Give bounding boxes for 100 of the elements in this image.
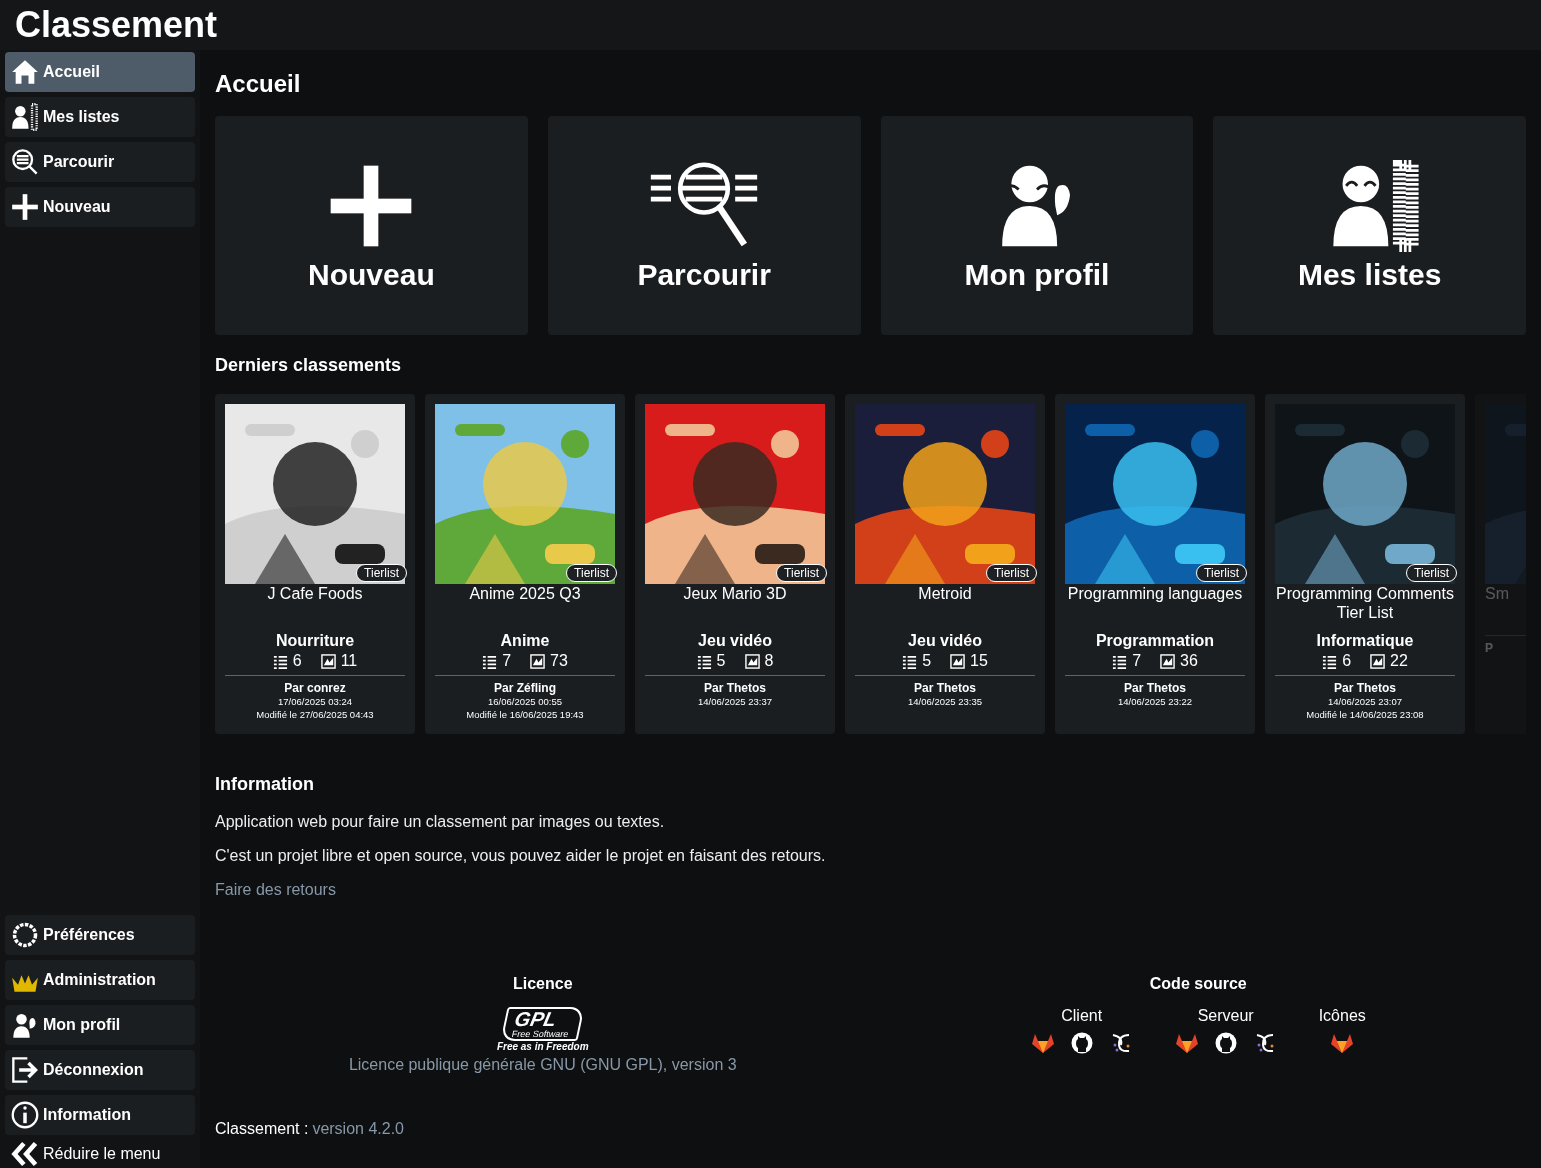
- exit-arrow-icon: [11, 1056, 39, 1084]
- source-label: Client: [1061, 1007, 1103, 1025]
- nav-item[interactable]: Mes listes: [5, 97, 195, 137]
- ranking-card[interactable]: Tierlist Metroid Jeu vidéo 5 15 Par Thetos 14/06/2025 23:35: [845, 394, 1045, 734]
- ranking-card[interactable]: Tierlist Programming Comments Tier List Informatique 6 22 Par Thetos 14/06/2025 23:07 Modifié le 14/06/2025 23:08: [1265, 394, 1465, 734]
- date-label: 16/06/2025 00:55: [488, 695, 562, 708]
- settings-icon: [11, 921, 39, 949]
- section-title: Derniers classements: [215, 355, 403, 376]
- type-badge: Tierlist: [356, 564, 407, 582]
- image-icon: [950, 653, 966, 669]
- author-label: Par Thetos: [1334, 681, 1396, 695]
- image-icon: [530, 653, 546, 669]
- card-title: Jeux Mario 3D: [683, 584, 787, 604]
- double-chevron-icon: [11, 1140, 39, 1168]
- date-label: 14/06/2025 23:35: [908, 695, 982, 708]
- ranking-card[interactable]: Tierlist Programming languages Programmation 7 36 Par Thetos 14/06/2025 23:22: [1055, 394, 1255, 734]
- item-count: 11: [340, 652, 358, 670]
- shortcut-tile[interactable]: Parcourir: [547, 116, 861, 335]
- item-count: 8: [764, 652, 774, 670]
- author-label: Par conrez: [284, 681, 346, 695]
- nav-item[interactable]: Mon profil: [5, 1005, 195, 1045]
- source-label: Icônes: [1318, 1007, 1366, 1025]
- image-icon: [1160, 653, 1176, 669]
- source-heading: Code source: [1149, 975, 1247, 993]
- item-count: 15: [970, 652, 988, 670]
- author-label: Par Zéfling: [494, 681, 556, 695]
- card-title: Metroid: [918, 584, 972, 604]
- person-list-icon: [11, 103, 39, 131]
- list-count: 5: [716, 652, 726, 670]
- category-label: Jeu vidéo: [908, 632, 982, 650]
- list-icon: [696, 653, 712, 669]
- image-icon: [1370, 653, 1386, 669]
- licence-heading: Licence: [512, 975, 573, 993]
- author-label: Par Thetos: [704, 681, 766, 695]
- item-count: 36: [1180, 652, 1198, 670]
- type-badge: Tierlist: [1196, 564, 1247, 582]
- ranking-card[interactable]: Tierlist J Cafe Foods Nourriture 6 11 Par conrez 17/06/2025 03:24 Modifié le 27/06/2025 04:43: [215, 394, 415, 734]
- nav-item[interactable]: Déconnexion: [5, 1050, 195, 1090]
- source-label: Serveur: [1197, 1007, 1254, 1025]
- item-count: 22: [1390, 652, 1408, 670]
- category-label: Jeu vidéo: [698, 632, 772, 650]
- date-label: 14/06/2025 23:07: [1328, 695, 1402, 708]
- nav-item[interactable]: Accueil: [5, 52, 195, 92]
- paragraph: C'est un projet libre et open source, vous pouvez aider le projet en faisant des retours.: [215, 847, 827, 865]
- nav-item[interactable]: Administration: [5, 960, 195, 1000]
- date-label: 14/06/2025 23:37: [698, 695, 772, 708]
- category-label: Informatique: [1316, 632, 1414, 650]
- plus-icon: [11, 193, 39, 221]
- list-count: 6: [1342, 652, 1352, 670]
- date-label: 14/06/2025 23:22: [1118, 695, 1192, 708]
- modified-label: Modifié le 27/06/2025 04:43: [256, 708, 374, 721]
- category-label: Programmation: [1095, 632, 1215, 650]
- magnifier-list-icon: [11, 148, 39, 176]
- shortcut-tile[interactable]: Mes listes: [1213, 116, 1526, 335]
- collapse-menu-button[interactable]: Réduire le menu: [5, 1140, 167, 1168]
- author-label: P: [1485, 641, 1493, 655]
- list-count: 5: [922, 652, 932, 670]
- section-title: Information: [215, 774, 315, 795]
- list-count: 7: [1132, 652, 1142, 670]
- version-label: Classement :: [215, 1120, 309, 1138]
- category-label: Nourriture: [275, 632, 355, 650]
- type-badge: Tierlist: [986, 564, 1037, 582]
- list-icon: [1322, 653, 1338, 669]
- list-count: 6: [292, 652, 302, 670]
- author-label: Par Thetos: [1124, 681, 1186, 695]
- home-icon: [11, 58, 39, 86]
- author-label: Par Thetos: [914, 681, 976, 695]
- modified-label: Modifié le 16/06/2025 19:43: [466, 708, 584, 721]
- type-badge: Tierlist: [566, 564, 617, 582]
- paragraph: Application web pour faire un classement par images ou textes.: [215, 813, 666, 831]
- licence-link[interactable]: Licence publique générale GNU (GNU GPL), version 3: [348, 1056, 737, 1074]
- list-icon: [902, 653, 918, 669]
- modified-label: Modifié le 14/06/2025 23:08: [1306, 708, 1424, 721]
- card-title: Programming languages: [1067, 584, 1243, 604]
- category-label: Anime: [500, 632, 550, 650]
- date-label: 17/06/2025 03:24: [278, 695, 352, 708]
- ranking-card[interactable]: Tierlist Anime 2025 Q3 Anime 7 73 Par Zéfling 16/06/2025 00:55 Modifié le 16/06/2025 19:43: [425, 394, 625, 734]
- app-title: Classement: [15, 4, 218, 46]
- image-icon: [320, 653, 336, 669]
- page-title: Accueil: [215, 70, 302, 98]
- version-link[interactable]: version 4.2.0: [312, 1120, 404, 1138]
- list-icon: [1112, 653, 1128, 669]
- ranking-card[interactable]: Tierlist Jeux Mario 3D Jeu vidéo 5 8 Par Thetos 14/06/2025 23:37: [635, 394, 835, 734]
- card-title: Programming Comments Tier List: [1275, 584, 1455, 623]
- list-count: 7: [502, 652, 512, 670]
- nav-item[interactable]: Préférences: [5, 915, 195, 955]
- card-title: Sm: [1485, 584, 1509, 604]
- nav-item[interactable]: Parcourir: [5, 142, 195, 182]
- nav-item[interactable]: Nouveau: [5, 187, 195, 227]
- nav-item[interactable]: Information: [5, 1095, 195, 1135]
- cat-icon[interactable]: [1069, 1031, 1094, 1055]
- list-icon: [272, 653, 288, 669]
- feedback-link[interactable]: Faire des retours: [215, 881, 336, 899]
- item-count: 73: [550, 652, 568, 670]
- image-icon: [744, 653, 760, 669]
- cat-icon[interactable]: [1213, 1031, 1238, 1055]
- card-title: J Cafe Foods: [267, 584, 363, 604]
- shortcut-tile[interactable]: Nouveau: [215, 116, 528, 335]
- info-icon: [11, 1101, 39, 1129]
- shortcut-tile[interactable]: Mon profil: [880, 116, 1194, 335]
